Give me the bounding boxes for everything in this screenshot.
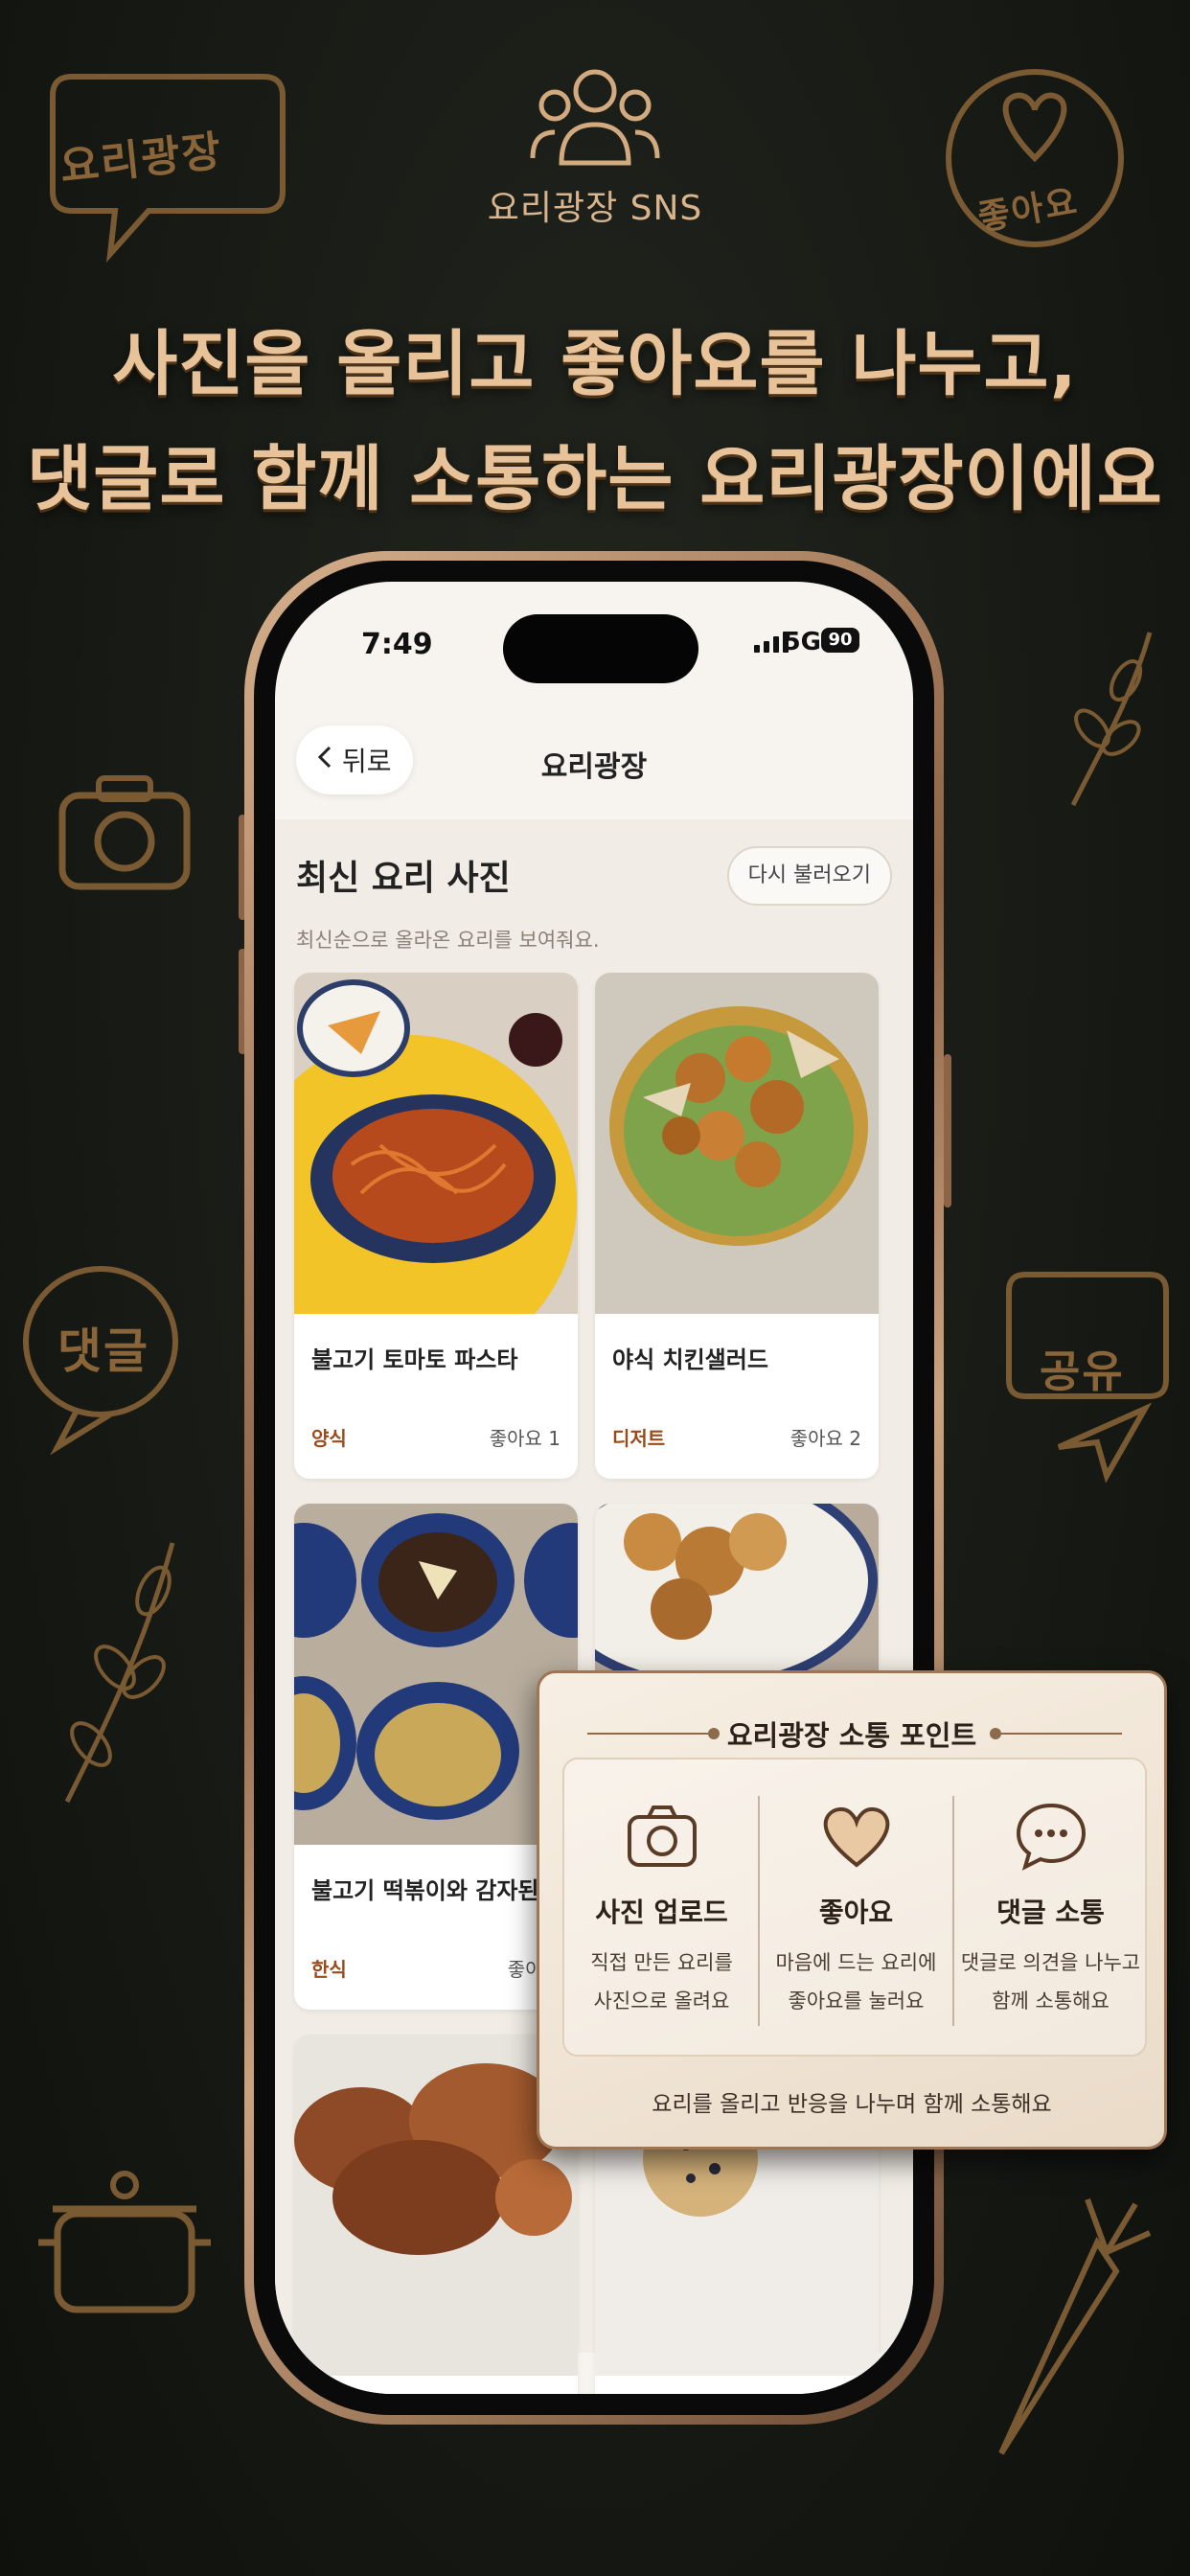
herb-decor-icon	[1054, 623, 1169, 815]
feature-description: 직접 만든 요리를사진으로 올려요	[564, 1944, 759, 2020]
feature-description-line: 사진으로 올려요	[593, 1990, 730, 2012]
feature-description: 마음에 드는 요리에좋아요를 눌러요	[759, 1944, 953, 2020]
feature-description-line: 좋아요를 눌러요	[788, 1990, 925, 2012]
feature-item: 좋아요 마음에 드는 요리에좋아요를 눌러요	[759, 1760, 953, 2055]
decor-badge-text: 공유	[1040, 1346, 1125, 1397]
reload-button[interactable]: 다시 불러오기	[726, 846, 892, 906]
feature-description: 댓글로 의견을 나누고함께 소통해요	[953, 1944, 1148, 2020]
navigation-bar: 뒤로 요리광장	[275, 706, 913, 812]
feature-name: 좋아요	[818, 1897, 894, 1928]
post-title: 야식 치킨샐러드	[612, 1346, 768, 1373]
herb-decor-icon	[48, 1533, 192, 1811]
feature-name: 댓글 소통	[996, 1897, 1105, 1928]
community-icon	[528, 58, 662, 172]
post-title: 불고기 토마토 파스타	[311, 1346, 518, 1373]
battery-indicator: 90	[821, 628, 859, 653]
feature-item: 사진 업로드 직접 만든 요리를사진으로 올려요	[564, 1760, 759, 2055]
phone-side-button	[944, 1054, 951, 1208]
post-category: 디저트	[612, 1427, 666, 1450]
app-header: 요리광장 SNS	[0, 58, 1190, 230]
decor-badge-text: 댓글	[57, 1323, 149, 1379]
status-bar: 7:49 5G 90	[275, 582, 913, 697]
feature-description-line: 댓글로 의견을 나누고	[960, 1951, 1141, 1974]
feature-description-line: 함께 소통해요	[992, 1990, 1110, 2012]
feature-list: 사진 업로드 직접 만든 요리를 사진으로 올려요 좋아요 마음에 드는 요리에 좋…	[562, 1758, 1147, 2057]
comment-icon	[1013, 1798, 1089, 1874]
carrot-decor-icon	[973, 2185, 1155, 2472]
post-like-count[interactable]: 좋아요 1	[490, 1423, 561, 1451]
headline-line-1: 사진을 올리고 좋아요를 나누고,	[112, 323, 1078, 405]
status-time: 7:49	[361, 628, 433, 661]
post-photo-braised-pork	[294, 2035, 578, 2376]
feature-name: 사진 업로드	[595, 1897, 728, 1928]
feature-panel: 요리광장 소통 포인트 사진 업로드 직접 만든 요리를 사진으로 올려요 좋아요…	[537, 1670, 1167, 2150]
section-description: 최신순으로 올라온 요리를 보여줘요.	[296, 929, 600, 952]
post-like-count[interactable]: 좋아요 2	[790, 1423, 861, 1451]
feature-description-line: 직접 만든 요리를	[590, 1951, 733, 1974]
feature-item: 댓글 소통 댓글로 의견을 나누고함께 소통해요	[953, 1760, 1148, 2055]
network-label: 5G	[783, 628, 821, 656]
post-card[interactable]	[294, 2035, 578, 2394]
post-photo-tteokbokki	[294, 1504, 578, 1845]
post-category: 양식	[311, 1427, 347, 1450]
post-card[interactable]: 야식 치킨샐러드 디저트 좋아요 2	[595, 973, 879, 1479]
panel-footer: 요리를 올리고 반응을 나누며 함께 소통해요	[652, 2092, 1052, 2117]
headline-line-2: 댓글로 함께 소통하는 요리광장이에요	[27, 438, 1163, 520]
camera-icon	[624, 1798, 700, 1874]
app-label: 요리광장 SNS	[487, 189, 703, 228]
nav-title: 요리광장	[540, 750, 648, 784]
post-photo-chicken-salad	[595, 973, 879, 1314]
pot-decor-icon	[34, 2156, 216, 2329]
post-card[interactable]: 불고기 토마토 파스타 양식 좋아요 1	[294, 973, 578, 1479]
post-card[interactable]: 불고기 떡볶이와 감자된장국 한식 좋아요	[294, 1504, 578, 2010]
section-title: 최신 요리 사진	[296, 859, 511, 898]
dynamic-island	[503, 614, 698, 683]
heart-icon	[818, 1798, 895, 1874]
feature-description-line: 마음에 드는 요리에	[775, 1951, 937, 1974]
post-category: 한식	[311, 1958, 347, 1981]
panel-title-rule	[997, 1733, 1122, 1735]
camera-decor-icon	[53, 757, 196, 901]
post-photo-pasta	[294, 973, 578, 1314]
